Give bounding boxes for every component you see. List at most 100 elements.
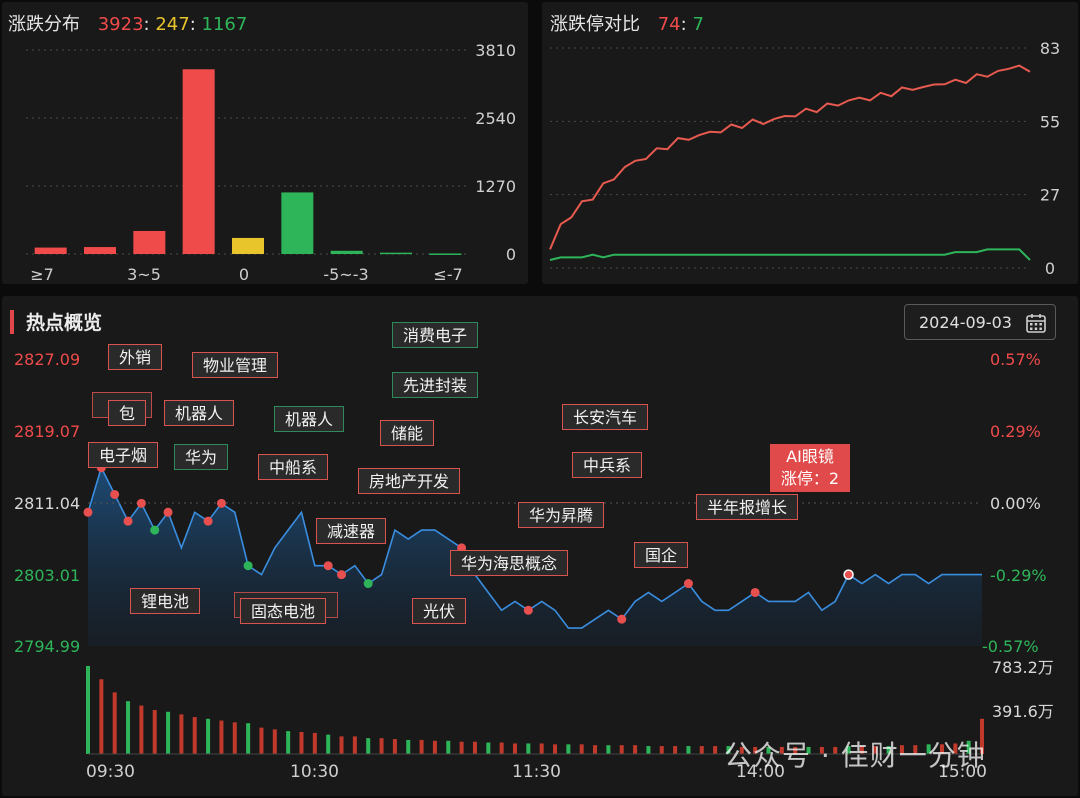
event-dot bbox=[203, 516, 213, 526]
ai-glasses-callout[interactable]: AI眼镜 涨停：2 bbox=[770, 444, 850, 492]
bar bbox=[133, 230, 166, 254]
bar bbox=[281, 192, 314, 254]
bar bbox=[84, 247, 116, 254]
hot-tag[interactable]: 华为昇腾 bbox=[518, 502, 605, 528]
distribution-chart: 3810 2540 1270 0 ≥7 3~5 0 -5~-3 ≤-7 bbox=[26, 41, 516, 284]
volume-bar bbox=[326, 734, 331, 754]
hot-tag[interactable]: 中兵系 bbox=[572, 452, 643, 478]
event-dot bbox=[363, 579, 373, 589]
hot-tag[interactable]: 房地产开发 bbox=[358, 468, 461, 494]
x-tick-label: ≤-7 bbox=[433, 265, 462, 284]
series-line bbox=[549, 248, 1031, 261]
volume-bar bbox=[352, 736, 357, 754]
hot-tag[interactable]: 锂电池 bbox=[130, 588, 201, 614]
hot-tag[interactable]: 固态电池 bbox=[240, 598, 327, 624]
volume-bar bbox=[713, 746, 718, 754]
callout-name: AI眼镜 bbox=[786, 447, 834, 466]
event-dot bbox=[323, 561, 333, 571]
event-dot bbox=[523, 605, 533, 615]
series-line bbox=[549, 64, 1031, 250]
intraday-chart bbox=[83, 463, 984, 755]
volume-bar bbox=[566, 744, 571, 754]
y-tick-label: 55 bbox=[1040, 112, 1060, 131]
x-tick-label: 3~5 bbox=[127, 265, 161, 284]
volume-bar bbox=[192, 717, 197, 754]
volume-bar bbox=[526, 743, 531, 754]
hot-tag[interactable]: 光伏 bbox=[412, 598, 467, 624]
bar bbox=[34, 247, 67, 254]
volume-bar bbox=[126, 701, 131, 754]
event-dot bbox=[243, 561, 253, 571]
hot-tag[interactable]: 外销 bbox=[108, 344, 163, 370]
x-tick-label: -5~-3 bbox=[323, 265, 368, 284]
volume-bar bbox=[579, 744, 584, 754]
event-dot bbox=[617, 614, 627, 624]
volume-bar bbox=[219, 720, 224, 754]
hot-tag[interactable]: 半年报增长 bbox=[696, 494, 799, 520]
time-tick: 11:30 bbox=[512, 762, 561, 782]
volume-bar bbox=[139, 705, 144, 754]
volume-bar bbox=[553, 744, 558, 754]
limit-ratio-chart: 83 55 27 0 bbox=[549, 39, 1060, 278]
hot-tag[interactable]: 电子烟 bbox=[88, 442, 159, 468]
bar bbox=[330, 250, 363, 254]
y-tick-label: 2540 bbox=[475, 109, 516, 128]
hot-tag[interactable]: 华为海思概念 bbox=[450, 550, 569, 576]
bar bbox=[380, 252, 412, 255]
y-tick-label: 0 bbox=[506, 245, 516, 264]
volume-bar bbox=[486, 742, 491, 754]
volume-bar bbox=[99, 679, 104, 754]
distribution-panel: 涨跌分布 3923: 247: 1167 3810 2540 1270 0 ≥7 3~5 0… bbox=[2, 2, 528, 284]
volume-bar bbox=[593, 745, 598, 754]
hot-tag[interactable]: 物业管理 bbox=[192, 352, 279, 378]
y-tick-label: 3810 bbox=[475, 41, 516, 60]
volume-bar bbox=[339, 736, 344, 754]
time-tick: 09:30 bbox=[86, 762, 135, 782]
hot-tag[interactable]: 消费电子 bbox=[392, 322, 479, 348]
volume-bar bbox=[619, 745, 624, 754]
event-dot bbox=[123, 516, 133, 526]
event-dot bbox=[750, 587, 760, 597]
volume-bar bbox=[166, 711, 171, 754]
volume-bar bbox=[246, 723, 251, 754]
hot-tag[interactable]: 减速器 bbox=[316, 518, 387, 544]
volume-bar bbox=[646, 746, 651, 754]
hot-tag[interactable]: 中船系 bbox=[258, 454, 329, 480]
hot-tag[interactable]: 国企 bbox=[634, 542, 689, 568]
x-tick-label: ≥7 bbox=[30, 265, 54, 284]
volume-bar bbox=[459, 741, 464, 754]
volume-bar bbox=[392, 739, 397, 754]
callout-stat: 涨停：2 bbox=[780, 469, 840, 488]
volume-bar bbox=[539, 743, 544, 754]
volume-bar bbox=[152, 710, 157, 754]
limit-ratio-panel: 涨跌停对比 74: 7 83 55 27 0 bbox=[542, 2, 1078, 284]
x-tick-label: 0 bbox=[239, 265, 249, 284]
volume-bar bbox=[86, 666, 90, 754]
y-tick-label: 83 bbox=[1040, 39, 1060, 58]
hot-tag[interactable]: 机器人 bbox=[274, 406, 345, 432]
volume-bar bbox=[232, 722, 237, 754]
volume-bar bbox=[286, 731, 291, 754]
hot-tag[interactable]: 机器人 bbox=[164, 400, 235, 426]
time-tick: 10:30 bbox=[290, 762, 339, 782]
volume-bar bbox=[272, 729, 277, 754]
event-dot bbox=[216, 498, 226, 508]
volume-bar bbox=[472, 741, 477, 754]
bar bbox=[232, 237, 264, 254]
event-dot bbox=[337, 570, 347, 580]
event-dot bbox=[843, 569, 854, 580]
volume-bar bbox=[606, 745, 611, 754]
volume-bar bbox=[406, 739, 411, 754]
event-dot bbox=[136, 498, 146, 508]
hot-tag[interactable]: 长安汽车 bbox=[562, 404, 649, 430]
volume-bar bbox=[179, 714, 184, 754]
hot-tag[interactable]: 先进封装 bbox=[392, 372, 479, 398]
hot-tag[interactable]: 华为 bbox=[174, 444, 229, 470]
volume-bar bbox=[512, 743, 517, 754]
hot-tag[interactable]: 储能 bbox=[380, 420, 435, 446]
hot-overview-panel: 热点概览 2024-09-03 2827.09 2819.07 2811.04 … bbox=[2, 296, 1078, 796]
volume-bar bbox=[686, 746, 691, 754]
event-dot bbox=[150, 525, 160, 535]
y-tick-label: 27 bbox=[1040, 186, 1060, 205]
hot-tag[interactable]: 包 bbox=[108, 400, 147, 426]
